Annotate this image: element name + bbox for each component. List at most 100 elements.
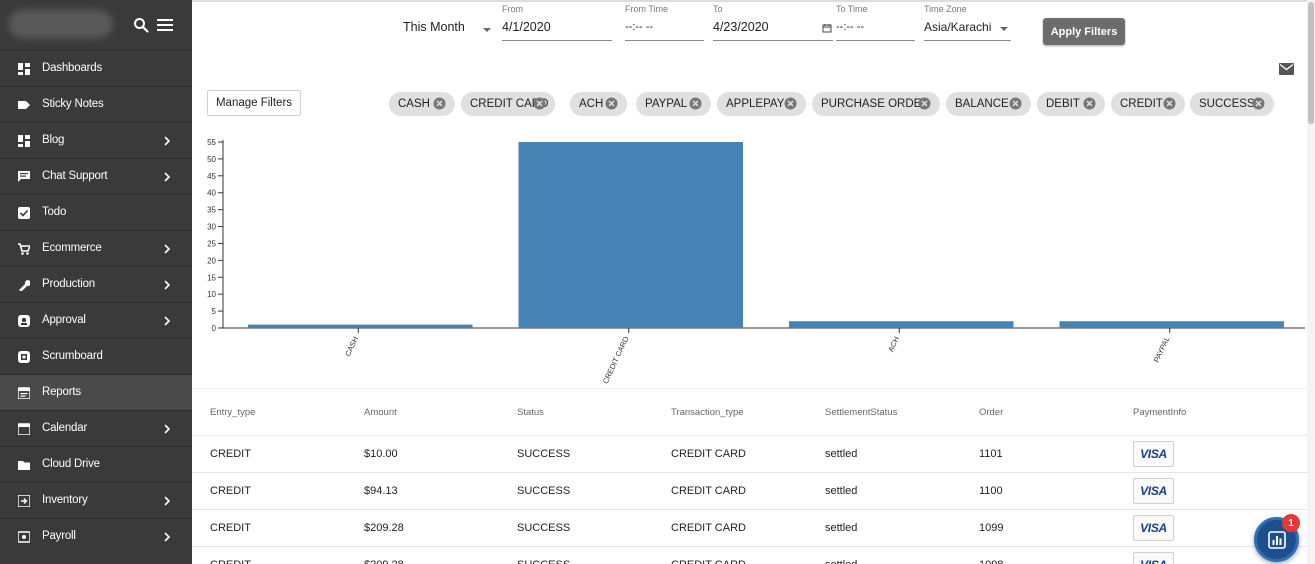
dashboard-icon [18, 63, 30, 75]
top-divider [192, 0, 1307, 2]
table-cell: 1099 [979, 522, 1004, 534]
filter-chip: CASH [389, 92, 455, 116]
filter-chip: ACH [570, 92, 627, 116]
folder-icon [18, 461, 30, 470]
sidebar-item-calendar[interactable]: Calendar [0, 410, 192, 446]
mail-icon[interactable] [1279, 63, 1294, 75]
to-date-field[interactable]: To 4/23/2020 [713, 4, 833, 41]
notification-badge: 1 [1282, 514, 1300, 532]
table-cell: 1100 [979, 485, 1003, 497]
calendar-picker-icon[interactable] [822, 23, 832, 33]
table-cell: settled [825, 485, 858, 497]
board-icon [18, 351, 30, 363]
from-date-field[interactable]: From 4/1/2020 [502, 4, 612, 41]
table-cell: CREDIT CARD [671, 522, 746, 534]
search-icon[interactable] [133, 17, 149, 33]
chevron-right-icon [164, 424, 171, 434]
from-time-label: From Time [625, 4, 669, 14]
chevron-right-icon [164, 244, 171, 254]
filter-chip-label: SUCCESS [1199, 98, 1255, 110]
filter-chip: PURCHASE ORDER [812, 92, 940, 116]
sidebar-item-label: Scrumboard [42, 350, 103, 362]
chat-icon [18, 171, 30, 182]
sidebar-item-label: Chat Support [42, 170, 108, 182]
payment-brand-label: VISA [1140, 447, 1167, 461]
sidebar-item-payroll[interactable]: Payroll [0, 518, 192, 554]
timezone-value: Asia/Karachi [924, 20, 992, 34]
sidebar-item-label: Cloud Drive [42, 458, 100, 470]
timezone-label: Time Zone [924, 4, 967, 14]
page-scrollbar[interactable] [1307, 0, 1315, 564]
sidebar-item-todo[interactable]: Todo [0, 194, 192, 230]
sidebar-item-scrumboard[interactable]: Scrumboard [0, 338, 192, 374]
bar-cash [248, 324, 473, 328]
remove-chip-icon[interactable] [918, 97, 931, 110]
from-date-value: 4/1/2020 [502, 20, 551, 34]
remove-chip-icon[interactable] [1163, 97, 1176, 110]
visa-card-icon: VISA [1133, 441, 1174, 467]
calendar-report-icon [18, 387, 30, 399]
sidebar-item-dashboards[interactable]: Dashboards [0, 50, 192, 86]
remove-chip-icon[interactable] [433, 97, 446, 110]
remove-chip-icon[interactable] [605, 97, 618, 110]
table-cell: settled [825, 559, 857, 564]
sidebar-item-sticky-notes[interactable]: Sticky Notes [0, 86, 192, 122]
payments-bar-chart: 0 5 10 15 20 25 30 35 40 45 50 55 CASH CREDIT CARD ACH… [207, 138, 1305, 385]
column-header[interactable]: Status [517, 407, 544, 418]
sidebar-item-label: Dashboards [42, 62, 103, 74]
table-row[interactable]: CREDIT $10.00 SUCCESS CREDIT CARD settled 110… [192, 435, 1307, 472]
remove-chip-icon[interactable] [784, 97, 797, 110]
remove-chip-icon[interactable] [689, 97, 702, 110]
sidebar-item-reports[interactable]: Reports [0, 374, 192, 410]
manage-filters-button[interactable]: Manage Filters [207, 90, 301, 116]
sidebar-item-chat-support[interactable]: Chat Support [0, 158, 192, 194]
to-time-value: --:-- -- [836, 21, 865, 33]
y-tick-label: 30 [207, 223, 216, 232]
wrench-icon [19, 280, 30, 291]
sidebar-item-label: Sticky Notes [42, 98, 104, 110]
table-row[interactable]: CREDIT $209.28 SUCCESS CREDIT CARD settled 10… [192, 546, 1307, 564]
table-cell: SUCCESS [517, 448, 571, 460]
table-cell: CREDIT [210, 485, 251, 497]
table-row[interactable]: CREDIT $94.13 SUCCESS CREDIT CARD settled 110… [192, 472, 1307, 509]
sidebar-item-cloud-drive[interactable]: Cloud Drive [0, 446, 192, 482]
sidebar-item-blog[interactable]: Blog [0, 122, 192, 158]
y-tick-label: 20 [207, 256, 216, 265]
remove-chip-icon[interactable] [1009, 97, 1022, 110]
table-cell: SUCCESS [517, 559, 570, 564]
chevron-down-icon [1000, 27, 1008, 31]
filter-chip-label: PAYPAL [645, 98, 688, 110]
remove-chip-icon[interactable] [1083, 97, 1096, 110]
timezone-select[interactable]: Time Zone Asia/Karachi [924, 4, 1011, 41]
table-row[interactable]: CREDIT $209.28 SUCCESS CREDIT CARD settled 10… [192, 509, 1307, 546]
period-select[interactable]: This Month [403, 4, 493, 41]
column-header[interactable]: PaymentInfo [1133, 407, 1186, 418]
remove-chip-icon[interactable] [1252, 97, 1265, 110]
hamburger-menu-icon[interactable] [157, 18, 173, 32]
period-select-value: This Month [403, 20, 465, 34]
sidebar-item-inventory[interactable]: Inventory [0, 482, 192, 518]
sidebar-item-approval[interactable]: Approval [0, 302, 192, 338]
sidebar-item-ecommerce[interactable]: Ecommerce [0, 230, 192, 266]
sidebar-item-label: Ecommerce [42, 242, 102, 254]
filter-chip-label: ACH [579, 98, 604, 110]
scrollbar-thumb[interactable] [1308, 2, 1314, 124]
column-header[interactable]: Order [979, 407, 1003, 418]
filter-chip-label: DEBIT [1046, 98, 1080, 110]
remove-chip-icon[interactable] [533, 97, 546, 110]
table-cell: 1098 [979, 559, 1003, 564]
column-header[interactable]: Amount [364, 407, 397, 418]
from-time-field[interactable]: From Time --:-- -- [625, 4, 704, 41]
sidebar: Dashboards Sticky Notes Blog Chat Support To… [0, 0, 192, 564]
chevron-right-icon [164, 496, 171, 506]
column-header[interactable]: Entry_type [210, 407, 255, 418]
apply-filters-button[interactable]: Apply Filters [1043, 18, 1125, 45]
to-time-field[interactable]: To Time --:-- -- [836, 4, 915, 41]
y-tick-label: 0 [212, 324, 217, 333]
visa-card-icon: VISA [1133, 478, 1174, 504]
column-header[interactable]: Transaction_type [671, 407, 744, 418]
column-header[interactable]: SettlementStatus [825, 407, 897, 418]
to-time-label: To Time [836, 4, 868, 14]
sidebar-item-production[interactable]: Production [0, 266, 192, 302]
table-cell: $94.13 [364, 485, 398, 497]
